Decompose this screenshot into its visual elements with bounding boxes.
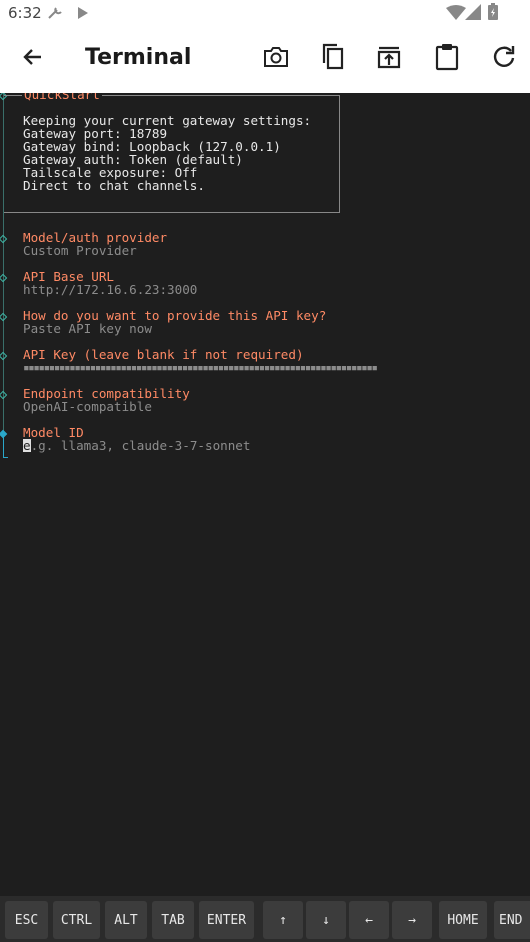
key-enter[interactable]: ENTER bbox=[199, 901, 254, 939]
step-marker bbox=[0, 234, 8, 244]
screenshot-button[interactable] bbox=[260, 41, 292, 73]
prompt-value: OpenAI-compatible bbox=[23, 399, 152, 414]
step-marker bbox=[0, 390, 8, 400]
quickstart-line: Direct to chat channels. bbox=[23, 178, 205, 193]
key-esc[interactable]: ESC bbox=[5, 901, 48, 939]
back-arrow-icon bbox=[23, 49, 41, 65]
wifi-icon bbox=[446, 5, 466, 20]
prompt-value: Paste API key now bbox=[23, 321, 152, 336]
model-id-input[interactable]: e.g. llama3, claude-3-7-sonnet bbox=[23, 439, 250, 452]
copy-icon bbox=[322, 43, 344, 70]
key-end[interactable]: END bbox=[494, 901, 530, 939]
key-up[interactable]: ↑ bbox=[263, 901, 303, 939]
back-button[interactable] bbox=[17, 41, 49, 73]
prompt-label: API Key (leave blank if not required) bbox=[23, 347, 304, 362]
quickstart-title: QuickStart bbox=[22, 93, 102, 101]
app-bar: Terminal bbox=[0, 26, 530, 93]
open-in-icon bbox=[377, 46, 401, 69]
model-id-placeholder: .g. llama3, claude-3-7-sonnet bbox=[30, 438, 251, 453]
camera-icon bbox=[264, 47, 288, 67]
key-home[interactable]: HOME bbox=[439, 901, 487, 939]
step-marker bbox=[0, 273, 8, 283]
key-alt[interactable]: ALT bbox=[105, 901, 147, 939]
terminal-screen[interactable]: QuickStart Keeping your current gateway … bbox=[0, 93, 530, 896]
active-step-marker bbox=[0, 429, 8, 439]
paste-button[interactable] bbox=[431, 41, 463, 73]
key-right[interactable]: → bbox=[392, 901, 432, 939]
status-bar: 6:32 bbox=[0, 0, 530, 26]
step-marker bbox=[0, 351, 8, 361]
copy-button[interactable] bbox=[317, 41, 349, 73]
play-icon bbox=[78, 7, 88, 19]
refresh-button[interactable] bbox=[488, 41, 520, 73]
refresh-icon bbox=[493, 46, 515, 67]
battery-icon bbox=[488, 3, 498, 20]
key-left[interactable]: ← bbox=[349, 901, 389, 939]
prompt-value: Custom Provider bbox=[23, 243, 137, 258]
key-down[interactable]: ↓ bbox=[306, 901, 346, 939]
signal-icon bbox=[465, 4, 481, 20]
key-ctrl[interactable]: CTRL bbox=[53, 901, 100, 939]
open-button[interactable] bbox=[373, 41, 405, 73]
key-tab[interactable]: TAB bbox=[152, 901, 194, 939]
status-time: 6:32 bbox=[8, 4, 42, 22]
wrench-icon bbox=[48, 7, 62, 19]
prompt-value: http://172.16.6.23:3000 bbox=[23, 282, 198, 297]
text-cursor: e bbox=[23, 438, 31, 453]
step-marker bbox=[0, 312, 8, 322]
extra-keys-bar: ESC CTRL ALT TAB ENTER ↑ ↓ ← → HOME END bbox=[0, 896, 530, 942]
clipboard-icon bbox=[435, 44, 459, 71]
prompt-value-masked: ▪▪▪▪▪▪▪▪▪▪▪▪▪▪▪▪▪▪▪▪▪▪▪▪▪▪▪▪▪▪▪▪▪▪▪▪▪▪▪▪… bbox=[23, 361, 378, 374]
flow-rail-end bbox=[3, 457, 8, 458]
page-title: Terminal bbox=[85, 45, 192, 70]
